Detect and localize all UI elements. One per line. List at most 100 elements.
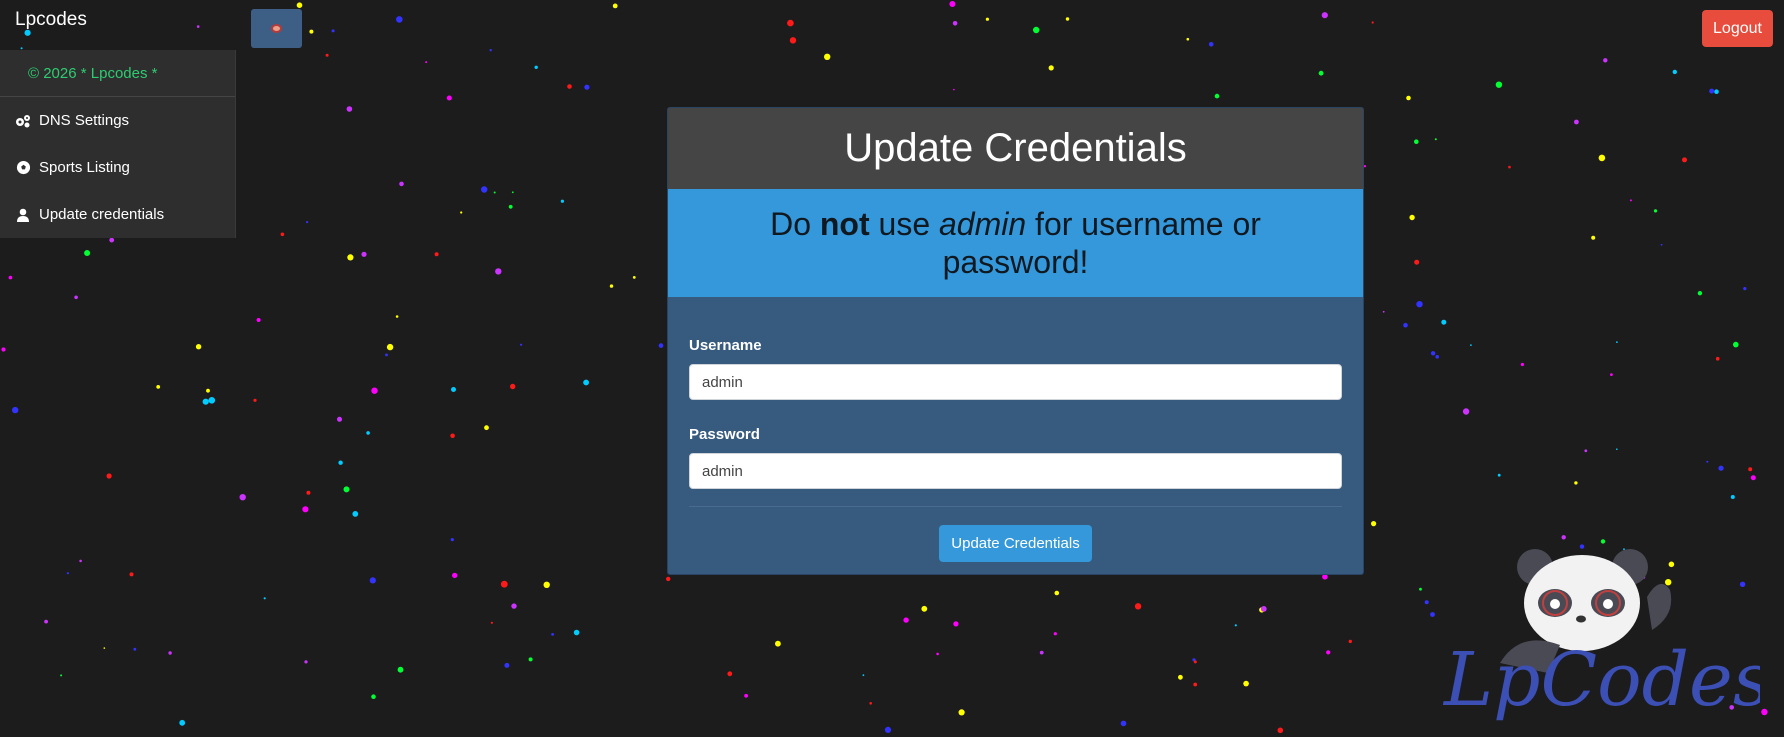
star-dot xyxy=(1672,69,1678,75)
star-dot xyxy=(862,674,865,677)
star-dot xyxy=(824,53,831,60)
star-dot xyxy=(1660,243,1663,246)
star-dot xyxy=(325,53,329,57)
star-dot xyxy=(168,651,172,655)
sidebar-item-dns-settings[interactable]: DNS Settings xyxy=(0,97,235,144)
star-dot xyxy=(1600,539,1606,544)
star-dot xyxy=(584,84,590,90)
star-dot xyxy=(1748,467,1753,472)
star-dot xyxy=(583,379,589,386)
password-label: Password xyxy=(689,426,760,443)
star-dot xyxy=(1574,481,1578,485)
update-credentials-card: Update Credentials Do not use admin for … xyxy=(667,107,1364,575)
star-dot xyxy=(612,3,618,9)
star-dot xyxy=(1730,495,1735,499)
star-dot xyxy=(1715,356,1720,361)
star-dot xyxy=(510,383,516,390)
star-dot xyxy=(1434,138,1437,141)
username-field[interactable] xyxy=(689,364,1342,400)
star-dot xyxy=(511,191,514,194)
star-dot xyxy=(490,621,493,624)
star-dot xyxy=(528,657,533,662)
star-dot xyxy=(179,719,186,726)
star-dot xyxy=(775,640,781,647)
star-dot xyxy=(451,387,456,392)
star-dot xyxy=(1053,632,1057,636)
star-dot xyxy=(1495,81,1503,88)
user-icon xyxy=(15,207,31,223)
star-dot xyxy=(787,19,794,27)
password-field[interactable] xyxy=(689,453,1342,489)
star-dot xyxy=(256,318,261,322)
sidebar-item-sports-listing[interactable]: Sports Listing xyxy=(0,144,235,191)
star-dot xyxy=(450,433,455,439)
star-dot xyxy=(347,254,354,261)
star-dot xyxy=(1462,408,1470,415)
star-dot xyxy=(361,251,367,257)
logo-text: LpCodes xyxy=(1442,637,1760,723)
star-dot xyxy=(1,347,6,352)
sidebar-item-label: Update credentials xyxy=(39,206,165,223)
star-dot xyxy=(495,268,502,275)
star-dot xyxy=(1591,235,1596,240)
star-dot xyxy=(1733,341,1739,348)
star-dot xyxy=(1424,600,1429,605)
star-dot xyxy=(8,275,13,280)
card-title: Update Credentials xyxy=(668,108,1363,189)
sidebar-item-update-credentials[interactable]: Update credentials xyxy=(0,191,235,238)
star-dot xyxy=(1363,165,1367,168)
star-dot xyxy=(1584,449,1588,453)
sidebar-copyright: © 2026 * Lpcodes * xyxy=(0,50,235,97)
star-dot xyxy=(1403,322,1408,328)
alert-text-start: Do xyxy=(770,206,820,242)
star-dot xyxy=(481,186,488,193)
star-dot xyxy=(1371,521,1377,527)
star-dot xyxy=(609,284,614,288)
brand-title[interactable]: Lpcodes xyxy=(15,9,87,31)
star-dot xyxy=(1409,214,1415,221)
logout-button[interactable]: Logout xyxy=(1702,10,1773,47)
star-dot xyxy=(1048,65,1054,71)
star-dot xyxy=(1682,157,1687,163)
star-dot xyxy=(534,65,538,70)
star-dot xyxy=(1033,26,1040,34)
star-dot xyxy=(1318,70,1324,76)
star-dot xyxy=(551,633,554,636)
star-dot xyxy=(1430,351,1436,356)
star-dot xyxy=(1348,639,1353,644)
star-dot xyxy=(129,572,134,577)
star-dot xyxy=(493,191,496,194)
star-dot xyxy=(1718,465,1724,471)
star-dot xyxy=(302,506,309,513)
star-dot xyxy=(953,88,955,91)
star-dot xyxy=(446,95,452,101)
star-dot xyxy=(396,16,403,23)
star-dot xyxy=(489,49,492,52)
star-dot xyxy=(953,621,959,627)
update-credentials-button[interactable]: Update Credentials xyxy=(939,525,1092,562)
star-dot xyxy=(500,580,508,588)
sidebar: © 2026 * Lpcodes * DNS Settings Sports L… xyxy=(0,50,236,238)
alert-bold-text: not xyxy=(819,206,870,242)
star-dot xyxy=(666,576,671,582)
star-dot xyxy=(658,343,664,348)
star-dot xyxy=(1039,650,1044,655)
star-dot xyxy=(1697,291,1703,296)
star-dot xyxy=(338,460,343,465)
star-dot xyxy=(366,431,370,435)
star-dot xyxy=(1616,448,1618,451)
sidebar-item-label: DNS Settings xyxy=(39,112,130,129)
star-dot xyxy=(727,671,733,677)
sidebar-toggle-button[interactable] xyxy=(251,9,302,48)
star-dot xyxy=(306,221,309,224)
star-dot xyxy=(952,21,958,26)
star-dot xyxy=(1743,287,1747,291)
star-dot xyxy=(1603,58,1608,63)
star-dot xyxy=(1761,708,1768,716)
star-dot xyxy=(106,473,112,479)
star-dot xyxy=(296,2,303,9)
star-dot xyxy=(1260,606,1267,612)
star-dot xyxy=(958,709,965,716)
username-label: Username xyxy=(689,337,762,354)
star-dot xyxy=(1321,12,1328,19)
